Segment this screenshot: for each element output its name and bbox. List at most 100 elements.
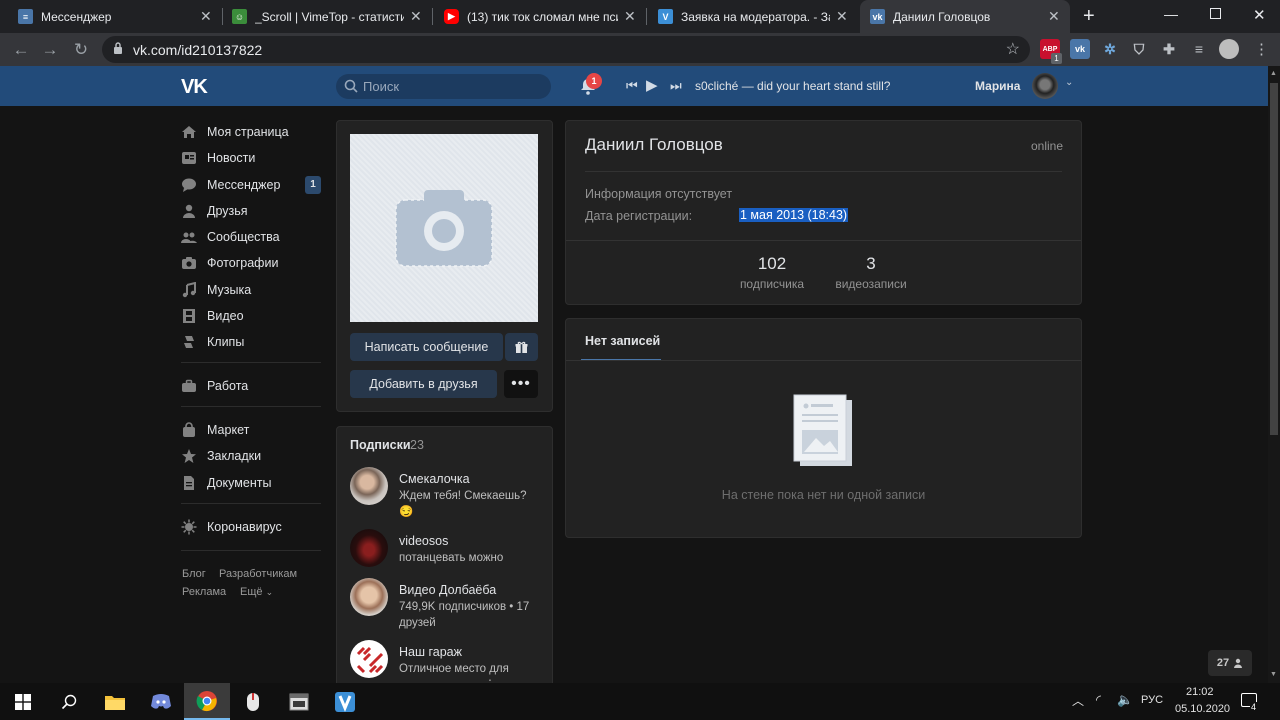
stat-label: подписчика [739, 277, 805, 291]
sidebar-item-news[interactable]: Новости [181, 147, 255, 169]
add-friend-button[interactable]: Добавить в друзья [350, 370, 497, 398]
avatar[interactable] [350, 578, 388, 616]
chevron-up-icon[interactable]: ︿ [1072, 692, 1084, 709]
close-icon[interactable]: ✕ [1048, 8, 1060, 25]
discord-icon [151, 694, 171, 709]
sidebar-item-jobs[interactable]: Работа [181, 375, 248, 397]
divider [566, 240, 1081, 241]
gear-extension-icon[interactable]: ✲ [1100, 39, 1120, 59]
start-button[interactable] [0, 683, 46, 720]
discord-button[interactable] [138, 683, 184, 720]
scrollbar-thumb[interactable] [1270, 83, 1278, 435]
close-icon[interactable]: ✕ [836, 8, 848, 25]
sidebar-item-clips[interactable]: Клипы [181, 331, 244, 353]
close-icon[interactable]: ✕ [624, 8, 636, 25]
forward-button[interactable]: → [39, 39, 61, 61]
scroll-down-icon[interactable]: ▼ [1270, 671, 1277, 678]
footer-link-ads[interactable]: Реклама [182, 586, 226, 598]
footer-link-more[interactable]: Ещё ⌄ [240, 586, 273, 598]
header-user-name[interactable]: Марина [975, 79, 1020, 93]
minimize-button[interactable]: — [1164, 6, 1178, 22]
browser-tab[interactable]: ☺ _Scroll | VimeTop - статистика ✕ [222, 0, 432, 33]
vk-extension-icon[interactable]: vk [1070, 39, 1090, 59]
browser-toolbar: ← → ↻ vk.com/id210137822 ☆ ABP 1 vk ✲ ⛉ … [0, 33, 1280, 66]
reading-list-icon[interactable]: ≡ [1189, 39, 1209, 59]
send-message-button[interactable]: Написать сообщение [350, 333, 503, 361]
sidebar-item-coronavirus[interactable]: Коронавирус [181, 516, 282, 538]
browser-tab[interactable]: V Заявка на модератора. - Заявки ✕ [648, 0, 858, 33]
app-window-button[interactable] [276, 683, 322, 720]
avatar[interactable] [350, 467, 388, 505]
clock-date[interactable]: 05.10.2020 [1175, 703, 1230, 715]
search-input[interactable]: Поиск [336, 74, 551, 99]
maximize-button[interactable] [1210, 8, 1221, 19]
now-playing-track[interactable]: s0cliché — did your heart stand still? [695, 79, 890, 93]
subscription-name[interactable]: Смекалочка [399, 472, 470, 486]
divider [585, 171, 1062, 172]
close-icon[interactable]: ✕ [410, 8, 422, 25]
sidebar-item-my-page[interactable]: Моя страница [181, 121, 289, 143]
browser-menu-icon[interactable]: ⋮ [1254, 40, 1269, 58]
sidebar-item-friends[interactable]: Друзья [181, 200, 248, 222]
sidebar-item-music[interactable]: Музыка [181, 279, 251, 301]
subscription-name[interactable]: Видео Долбаёба [399, 583, 496, 597]
wifi-icon[interactable]: ◜ [1096, 692, 1101, 708]
notification-badge: 1 [586, 73, 602, 89]
bookmark-star-icon[interactable]: ☆ [1006, 39, 1020, 59]
sidebar-item-documents[interactable]: Документы [181, 472, 271, 494]
online-friends-counter[interactable]: 27 [1208, 650, 1252, 676]
wall-tab[interactable]: Нет записей [585, 334, 660, 348]
clock-time[interactable]: 21:02 [1186, 686, 1214, 698]
scroll-up-icon[interactable]: ▲ [1270, 70, 1277, 77]
play-icon[interactable]: ▶ [646, 76, 658, 94]
mouse-app-button[interactable] [230, 683, 276, 720]
profile-avatar-icon[interactable] [1219, 39, 1239, 59]
close-icon[interactable]: ✕ [200, 8, 212, 25]
chrome-button[interactable] [184, 683, 230, 720]
sidebar-item-messenger[interactable]: Мессенджер [181, 174, 280, 196]
camera-icon [395, 190, 493, 267]
footer-link-developers[interactable]: Разработчикам [219, 568, 297, 580]
sidebar-item-market[interactable]: Маркет [181, 419, 249, 441]
language-indicator[interactable]: РУС [1141, 694, 1163, 706]
profile-photo-placeholder[interactable] [350, 134, 538, 322]
reload-button[interactable]: ↻ [70, 39, 92, 61]
subscriptions-title[interactable]: Подписки [350, 438, 411, 452]
chevron-down-icon[interactable]: ⌄ [1065, 77, 1073, 88]
avatar[interactable] [1032, 73, 1058, 99]
vime-launcher-button[interactable] [322, 683, 368, 720]
browser-tab-active[interactable]: vk Даниил Головцов ✕ [860, 0, 1070, 33]
window-close-button[interactable]: ✕ [1253, 6, 1266, 24]
tab-title: _Scroll | VimeTop - статистика [255, 9, 404, 24]
browser-tab[interactable]: ▶ (13) тик ток сломал мне психику ✕ [434, 0, 646, 33]
more-actions-button[interactable]: ••• [504, 370, 538, 398]
tab-title: Заявка на модератора. - Заявки [681, 9, 830, 24]
puzzle-icon[interactable]: ✚ [1159, 39, 1179, 59]
clips-icon [181, 334, 197, 350]
shield-icon[interactable]: ⛉ [1129, 39, 1149, 59]
subscription-name[interactable]: Наш гараж [399, 645, 462, 659]
new-tab-button[interactable]: + [1083, 5, 1095, 28]
avatar[interactable] [350, 529, 388, 567]
volume-icon[interactable]: 🔈 [1117, 692, 1133, 708]
search-button[interactable] [46, 683, 92, 720]
browser-tab-strip: ≡ Мессенджер ✕ ☺ _Scroll | VimeTop - ста… [0, 0, 1280, 33]
sidebar-item-video[interactable]: Видео [181, 305, 244, 327]
stat-count: 102 [757, 254, 787, 273]
avatar[interactable] [350, 640, 388, 678]
next-track-icon[interactable]: ⏭ [670, 78, 682, 94]
vk-logo[interactable]: VK [181, 76, 208, 99]
gift-button[interactable] [505, 333, 538, 361]
address-bar[interactable]: vk.com/id210137822 ☆ [102, 36, 1030, 63]
sidebar-item-communities[interactable]: Сообщества [181, 226, 280, 248]
browser-tab[interactable]: ≡ Мессенджер ✕ [8, 0, 222, 33]
online-friends-count: 27 [1216, 657, 1230, 669]
back-button[interactable]: ← [10, 39, 32, 61]
subscription-name[interactable]: videosos [399, 534, 448, 548]
sidebar-item-photos[interactable]: Фотографии [181, 252, 278, 274]
bag-icon [181, 422, 197, 438]
footer-link-blog[interactable]: Блог [182, 568, 206, 580]
previous-track-icon[interactable]: ⏮ [626, 78, 638, 94]
file-explorer-button[interactable] [92, 683, 138, 720]
sidebar-item-bookmarks[interactable]: Закладки [181, 445, 261, 467]
